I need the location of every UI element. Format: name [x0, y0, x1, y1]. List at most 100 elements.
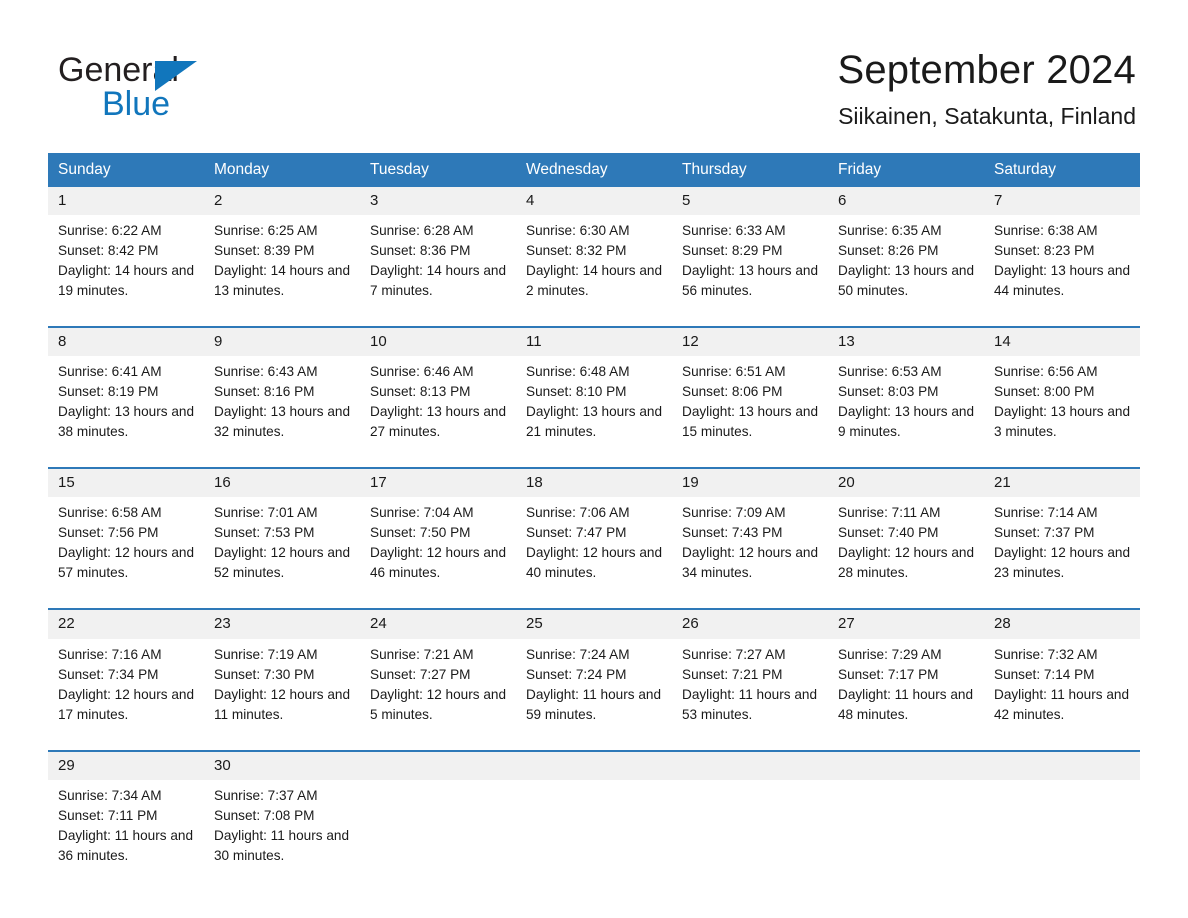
- sunset-text: Sunset: 8:39 PM: [214, 242, 315, 258]
- day-number[interactable]: 23: [204, 609, 360, 639]
- sunset-text: Sunset: 7:47 PM: [526, 525, 627, 541]
- day-number[interactable]: 5: [672, 186, 828, 215]
- day-cell[interactable]: Sunrise: 6:30 AM Sunset: 8:32 PM Dayligh…: [516, 214, 672, 327]
- day-number[interactable]: 19: [672, 468, 828, 498]
- sunset-text: Sunset: 7:24 PM: [526, 666, 627, 682]
- daylight-text: Daylight: 14 hours and 2 minutes.: [526, 262, 663, 298]
- day-cell[interactable]: Sunrise: 6:41 AM Sunset: 8:19 PM Dayligh…: [48, 356, 204, 469]
- sunrise-text: Sunrise: 7:34 AM: [58, 787, 162, 803]
- daylight-text: Daylight: 13 hours and 9 minutes.: [838, 404, 975, 440]
- day-number[interactable]: 8: [48, 326, 204, 357]
- weekday-header-row: Sunday Monday Tuesday Wednesday Thursday…: [48, 152, 1140, 187]
- day-number[interactable]: 30: [204, 750, 360, 780]
- sunset-text: Sunset: 7:11 PM: [58, 807, 158, 823]
- day-cell[interactable]: Sunrise: 6:43 AM Sunset: 8:16 PM Dayligh…: [204, 356, 360, 469]
- week-3-details: Sunrise: 6:58 AM Sunset: 7:56 PM Dayligh…: [48, 497, 1140, 610]
- daylight-text: Daylight: 13 hours and 38 minutes.: [58, 404, 195, 440]
- day-cell[interactable]: Sunrise: 6:33 AM Sunset: 8:29 PM Dayligh…: [672, 214, 828, 327]
- sunset-text: Sunset: 7:53 PM: [214, 525, 315, 541]
- day-number[interactable]: 13: [828, 326, 984, 357]
- day-number[interactable]: 2: [204, 186, 360, 215]
- daylight-text: Daylight: 11 hours and 30 minutes.: [214, 827, 350, 863]
- sunrise-text: Sunrise: 7:09 AM: [682, 505, 786, 521]
- day-cell-empty: [672, 779, 828, 891]
- sunrise-text: Sunrise: 6:28 AM: [370, 222, 474, 238]
- day-cell[interactable]: Sunrise: 7:21 AM Sunset: 7:27 PM Dayligh…: [360, 638, 516, 751]
- sunrise-sunset-calendar: Sunday Monday Tuesday Wednesday Thursday…: [48, 152, 1140, 891]
- day-cell[interactable]: Sunrise: 7:32 AM Sunset: 7:14 PM Dayligh…: [984, 638, 1140, 751]
- day-cell[interactable]: Sunrise: 7:11 AM Sunset: 7:40 PM Dayligh…: [828, 497, 984, 610]
- day-number[interactable]: 4: [516, 186, 672, 215]
- day-number[interactable]: 21: [984, 468, 1140, 498]
- day-number[interactable]: 1: [48, 186, 204, 215]
- daylight-text: Daylight: 14 hours and 7 minutes.: [370, 262, 507, 298]
- daylight-text: Daylight: 12 hours and 52 minutes.: [214, 545, 351, 581]
- day-number[interactable]: 18: [516, 468, 672, 498]
- day-number[interactable]: 22: [48, 609, 204, 639]
- day-cell[interactable]: Sunrise: 6:51 AM Sunset: 8:06 PM Dayligh…: [672, 356, 828, 469]
- day-cell[interactable]: Sunrise: 7:16 AM Sunset: 7:34 PM Dayligh…: [48, 638, 204, 751]
- sunrise-text: Sunrise: 7:01 AM: [214, 505, 318, 521]
- day-cell[interactable]: Sunrise: 7:37 AM Sunset: 7:08 PM Dayligh…: [204, 779, 360, 891]
- day-cell[interactable]: Sunrise: 7:29 AM Sunset: 7:17 PM Dayligh…: [828, 638, 984, 751]
- weekday-header-tuesday: Tuesday: [360, 152, 516, 187]
- daylight-text: Daylight: 11 hours and 42 minutes.: [994, 686, 1130, 722]
- day-number[interactable]: 26: [672, 609, 828, 639]
- day-cell[interactable]: Sunrise: 6:46 AM Sunset: 8:13 PM Dayligh…: [360, 356, 516, 469]
- day-number[interactable]: 14: [984, 326, 1140, 357]
- day-number[interactable]: 27: [828, 609, 984, 639]
- day-number[interactable]: 16: [204, 468, 360, 498]
- day-cell[interactable]: Sunrise: 6:35 AM Sunset: 8:26 PM Dayligh…: [828, 214, 984, 327]
- day-number[interactable]: 25: [516, 609, 672, 639]
- sunset-text: Sunset: 8:26 PM: [838, 242, 939, 258]
- daylight-text: Daylight: 11 hours and 59 minutes.: [526, 686, 662, 722]
- day-cell[interactable]: Sunrise: 7:14 AM Sunset: 7:37 PM Dayligh…: [984, 497, 1140, 610]
- day-number[interactable]: 12: [672, 326, 828, 357]
- day-cell[interactable]: Sunrise: 7:19 AM Sunset: 7:30 PM Dayligh…: [204, 638, 360, 751]
- day-cell[interactable]: Sunrise: 6:48 AM Sunset: 8:10 PM Dayligh…: [516, 356, 672, 469]
- generalblue-logo[interactable]: General Blue: [58, 47, 248, 121]
- weekday-header-wednesday: Wednesday: [516, 152, 672, 187]
- day-cell[interactable]: Sunrise: 6:56 AM Sunset: 8:00 PM Dayligh…: [984, 356, 1140, 469]
- location-subtitle: Siikainen, Satakunta, Finland: [838, 103, 1136, 129]
- day-number[interactable]: 24: [360, 609, 516, 639]
- day-number[interactable]: 15: [48, 468, 204, 498]
- sunrise-text: Sunrise: 6:25 AM: [214, 222, 318, 238]
- sunrise-text: Sunrise: 6:43 AM: [214, 364, 318, 380]
- day-cell-empty: [360, 779, 516, 891]
- day-cell[interactable]: Sunrise: 7:34 AM Sunset: 7:11 PM Dayligh…: [48, 779, 204, 891]
- day-cell[interactable]: Sunrise: 6:53 AM Sunset: 8:03 PM Dayligh…: [828, 356, 984, 469]
- day-number[interactable]: 28: [984, 609, 1140, 639]
- day-cell[interactable]: Sunrise: 7:27 AM Sunset: 7:21 PM Dayligh…: [672, 638, 828, 751]
- day-cell[interactable]: Sunrise: 7:09 AM Sunset: 7:43 PM Dayligh…: [672, 497, 828, 610]
- day-number-empty: [516, 750, 672, 780]
- daylight-text: Daylight: 13 hours and 27 minutes.: [370, 404, 507, 440]
- day-cell[interactable]: Sunrise: 7:01 AM Sunset: 7:53 PM Dayligh…: [204, 497, 360, 610]
- day-cell[interactable]: Sunrise: 6:28 AM Sunset: 8:36 PM Dayligh…: [360, 214, 516, 327]
- daylight-text: Daylight: 14 hours and 13 minutes.: [214, 262, 351, 298]
- day-number[interactable]: 10: [360, 326, 516, 357]
- daylight-text: Daylight: 12 hours and 40 minutes.: [526, 545, 663, 581]
- day-cell[interactable]: Sunrise: 7:24 AM Sunset: 7:24 PM Dayligh…: [516, 638, 672, 751]
- daylight-text: Daylight: 12 hours and 28 minutes.: [838, 545, 975, 581]
- day-number[interactable]: 9: [204, 326, 360, 357]
- day-cell[interactable]: Sunrise: 7:04 AM Sunset: 7:50 PM Dayligh…: [360, 497, 516, 610]
- sunrise-text: Sunrise: 7:14 AM: [994, 505, 1098, 521]
- day-number[interactable]: 29: [48, 750, 204, 780]
- sunset-text: Sunset: 7:56 PM: [58, 525, 159, 541]
- day-cell[interactable]: Sunrise: 6:25 AM Sunset: 8:39 PM Dayligh…: [204, 214, 360, 327]
- day-number[interactable]: 7: [984, 186, 1140, 215]
- day-number[interactable]: 17: [360, 468, 516, 498]
- sunrise-text: Sunrise: 7:06 AM: [526, 505, 630, 521]
- day-number[interactable]: 6: [828, 186, 984, 215]
- day-number-empty: [828, 750, 984, 780]
- day-cell[interactable]: Sunrise: 7:06 AM Sunset: 7:47 PM Dayligh…: [516, 497, 672, 610]
- day-number[interactable]: 3: [360, 186, 516, 215]
- calendar-page: General Blue September 2024 Siikainen, S…: [0, 0, 1188, 918]
- day-number[interactable]: 11: [516, 326, 672, 357]
- day-cell[interactable]: Sunrise: 6:38 AM Sunset: 8:23 PM Dayligh…: [984, 214, 1140, 327]
- day-cell[interactable]: Sunrise: 6:22 AM Sunset: 8:42 PM Dayligh…: [48, 214, 204, 327]
- calendar-weekday-header: Sunday Monday Tuesday Wednesday Thursday…: [48, 152, 1140, 187]
- day-number[interactable]: 20: [828, 468, 984, 498]
- day-cell[interactable]: Sunrise: 6:58 AM Sunset: 7:56 PM Dayligh…: [48, 497, 204, 610]
